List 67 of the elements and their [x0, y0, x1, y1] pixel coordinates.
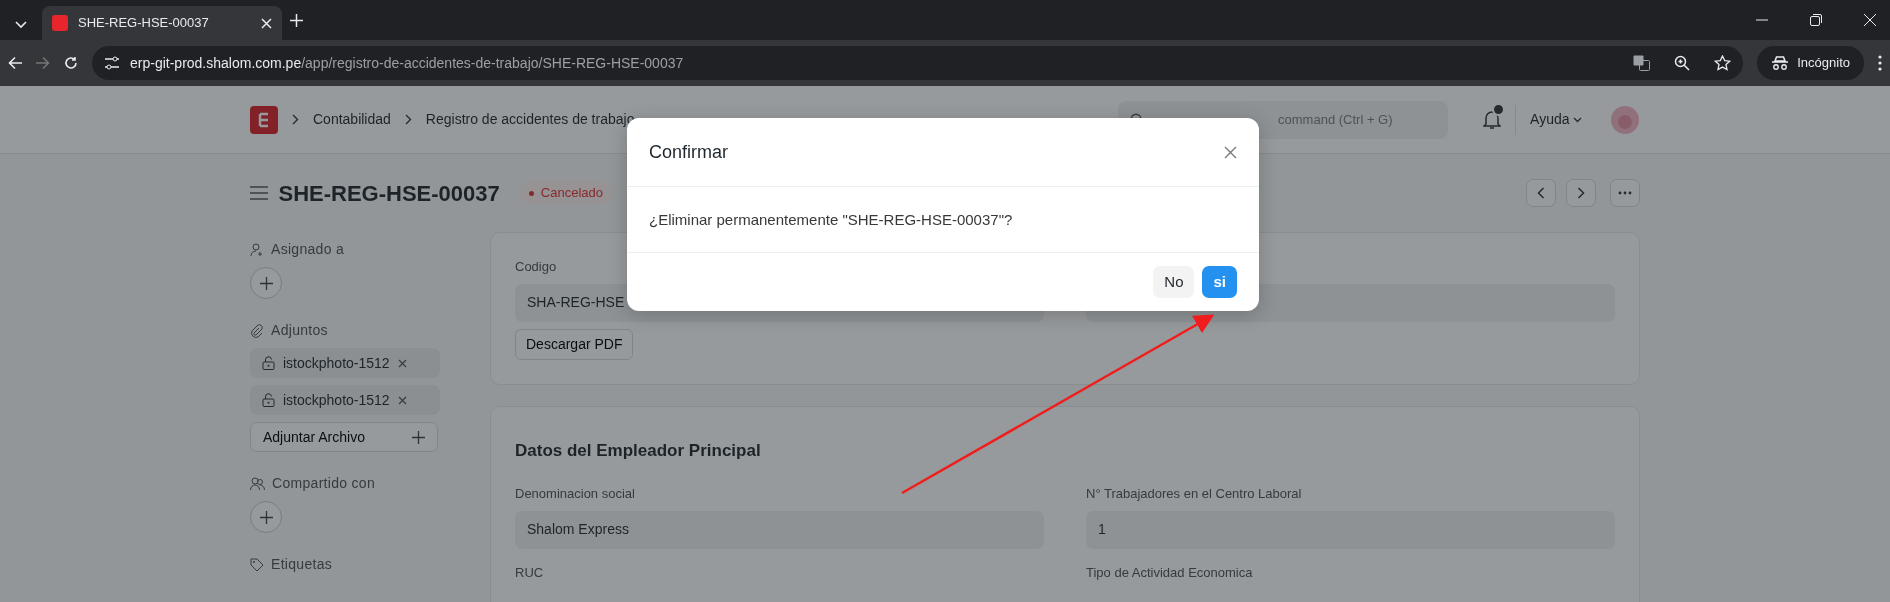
paperclip-icon	[250, 323, 264, 338]
input-field[interactable]: Shalom Express	[515, 510, 1044, 549]
field-label: N° Trabajadores en el Centro Laboral	[1086, 485, 1303, 503]
section-label: Adjuntos	[271, 321, 328, 340]
add-user-icon	[250, 242, 264, 257]
reload-icon[interactable]	[64, 56, 78, 70]
document-title: SHE-REG-HSE-00037	[278, 179, 500, 208]
zoom-icon[interactable]	[1674, 55, 1691, 71]
browser-tab[interactable]: SHE-REG-HSE-00037	[42, 6, 282, 40]
section-label: Asignado a	[271, 240, 345, 259]
favicon-icon	[52, 15, 68, 31]
url-text: erp-git-prod.shalom.com.pe/app/registro-de-accidentes-de-trabajo/SHE-REG-HSE-00037	[130, 53, 685, 73]
next-button[interactable]	[1566, 179, 1596, 207]
site-settings-icon[interactable]	[104, 56, 120, 70]
chevron-down-icon	[15, 21, 27, 29]
tab-title: SHE-REG-HSE-00037	[78, 14, 210, 33]
forward-icon[interactable]	[36, 56, 50, 70]
chevron-right-icon	[1577, 187, 1585, 199]
field-label: Codigo	[515, 258, 558, 276]
field-label: Tipo de Actividad Economica	[1086, 563, 1254, 582]
attach-file-button[interactable]: Adjuntar Archivo	[250, 422, 438, 452]
dialog-message: ¿Eliminar permanentemente "SHE-REG-HSE-00037"?	[649, 211, 1013, 228]
cancel-button[interactable]: No	[1153, 266, 1195, 298]
unlock-icon	[262, 356, 275, 370]
section-label: Compartido con	[272, 474, 376, 493]
back-icon[interactable]	[8, 56, 22, 70]
plus-icon	[259, 510, 273, 524]
tag-icon	[250, 557, 264, 572]
share-button[interactable]	[250, 501, 282, 533]
dialog-title: Confirmar	[649, 140, 728, 164]
help-dropdown[interactable]: Ayuda	[1515, 104, 1582, 135]
new-tab-icon[interactable]	[290, 13, 303, 27]
notification-bell-icon[interactable]	[1483, 110, 1502, 131]
field-label: Denominacion social	[515, 485, 636, 503]
star-icon[interactable]	[1714, 55, 1732, 71]
chevron-right-icon	[404, 114, 412, 125]
download-pdf-button[interactable]: Descargar PDF	[515, 328, 634, 360]
unlock-icon	[262, 393, 275, 407]
attachment-chip[interactable]: istockphoto-1512	[250, 385, 440, 415]
app-logo-icon[interactable]	[250, 105, 278, 134]
restore-icon[interactable]	[1810, 14, 1822, 26]
status-pill: Cancelado	[520, 181, 611, 205]
section-label: Etiquetas	[271, 555, 333, 574]
translate-icon[interactable]	[1633, 55, 1651, 71]
confirm-button[interactable]: si	[1202, 266, 1237, 298]
incognito-icon	[1771, 56, 1790, 70]
chevron-right-icon	[292, 114, 299, 125]
previous-button[interactable]	[1525, 179, 1556, 207]
address-bar[interactable]: erp-git-prod.shalom.com.pe/app/registro-de-accidentes-de-trabajo/SHE-REG-HSE-00037	[92, 46, 1744, 80]
breadcrumb-link[interactable]: Contabilidad	[313, 109, 391, 130]
incognito-button[interactable]: Incógnito	[1757, 46, 1864, 80]
menu-icon[interactable]	[1878, 55, 1882, 71]
input-field[interactable]: 1	[1086, 510, 1615, 549]
plus-icon	[259, 276, 273, 290]
users-icon	[250, 476, 265, 491]
more-icon	[1618, 191, 1632, 195]
attachment-chip[interactable]: istockphoto-1512	[250, 348, 440, 378]
field-label: RUC	[515, 563, 545, 582]
caret-icon	[1573, 116, 1582, 123]
status-dot-icon	[528, 191, 534, 197]
remove-icon[interactable]	[397, 358, 407, 368]
add-assignee-button[interactable]	[250, 267, 282, 299]
remove-icon[interactable]	[397, 395, 407, 405]
breadcrumb-link[interactable]: Registro de accidentes de trabajo	[425, 109, 635, 130]
chevron-left-icon	[1536, 187, 1545, 199]
section-title: Datos del Empleador Principal	[515, 439, 762, 462]
plus-icon	[412, 430, 425, 444]
